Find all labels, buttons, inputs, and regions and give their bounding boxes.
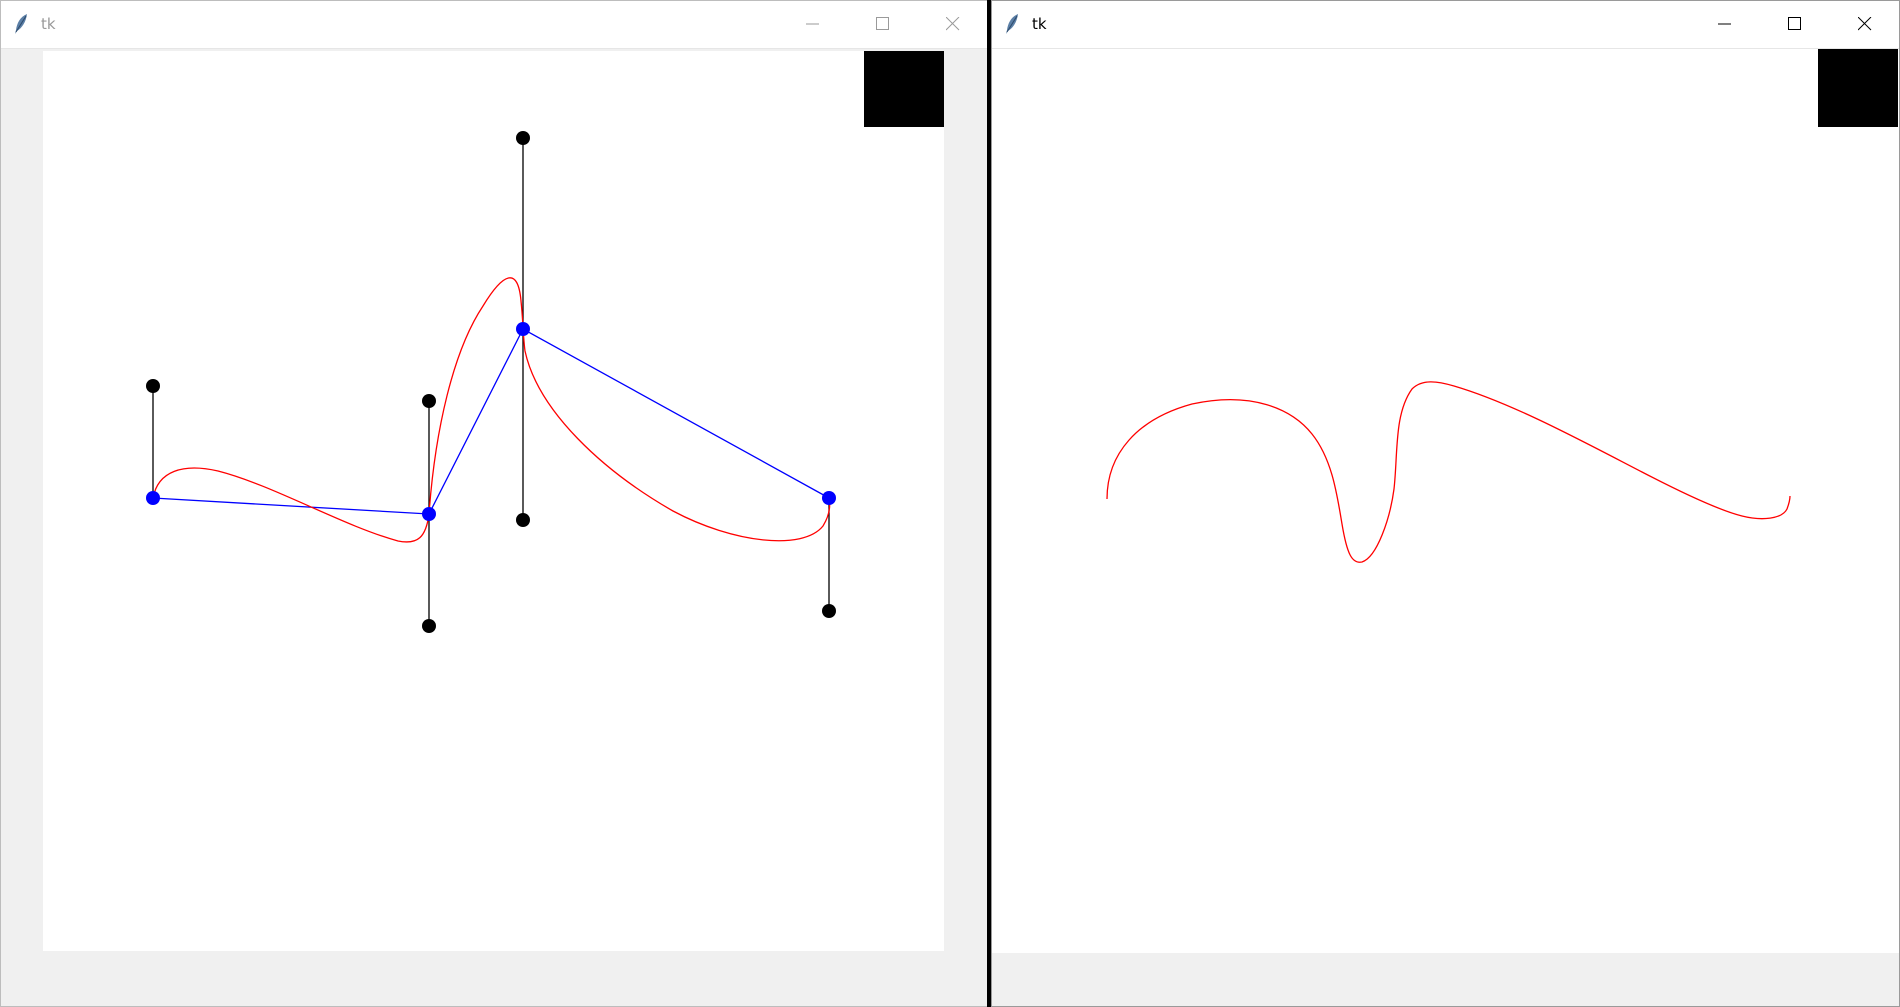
- anchor-point[interactable]: [516, 322, 530, 336]
- close-icon: [1858, 17, 1872, 31]
- window-title: tk: [41, 15, 56, 33]
- minimize-icon: [806, 23, 819, 25]
- preview-window: tk: [991, 0, 1900, 1007]
- handle-point[interactable]: [422, 619, 436, 633]
- title-bar[interactable]: tk: [1, 1, 987, 49]
- maximize-icon: [876, 17, 889, 30]
- feather-icon: [1006, 14, 1018, 34]
- curve-editor-drawing: [146, 131, 836, 633]
- close-icon: [946, 17, 960, 31]
- title-bar[interactable]: tk: [992, 1, 1899, 49]
- anchor-point[interactable]: [422, 507, 436, 521]
- minimize-button[interactable]: [779, 1, 849, 48]
- bezier-curve: [152, 277, 831, 543]
- handle-point[interactable]: [516, 513, 530, 527]
- handle-point[interactable]: [422, 394, 436, 408]
- maximize-icon: [1788, 17, 1801, 30]
- minimize-button[interactable]: [1691, 1, 1761, 48]
- anchor-point[interactable]: [822, 491, 836, 505]
- curve-preview-drawing: [1106, 381, 1791, 563]
- minimize-icon: [1718, 23, 1731, 25]
- feather-icon: [15, 14, 27, 34]
- maximize-button[interactable]: [1761, 1, 1831, 48]
- close-button[interactable]: [919, 1, 987, 48]
- close-button[interactable]: [1831, 1, 1899, 48]
- drawing-canvas[interactable]: [992, 49, 1899, 953]
- maximize-button[interactable]: [849, 1, 919, 48]
- handle-point[interactable]: [146, 379, 160, 393]
- handle-point[interactable]: [516, 131, 530, 145]
- anchor-point[interactable]: [146, 491, 160, 505]
- editor-window: tk: [0, 0, 988, 1007]
- control-polygon: [152, 328, 830, 515]
- handle-point[interactable]: [822, 604, 836, 618]
- drawing-canvas[interactable]: [43, 51, 944, 951]
- window-title: tk: [1032, 15, 1047, 33]
- rendered-curve: [1106, 381, 1791, 563]
